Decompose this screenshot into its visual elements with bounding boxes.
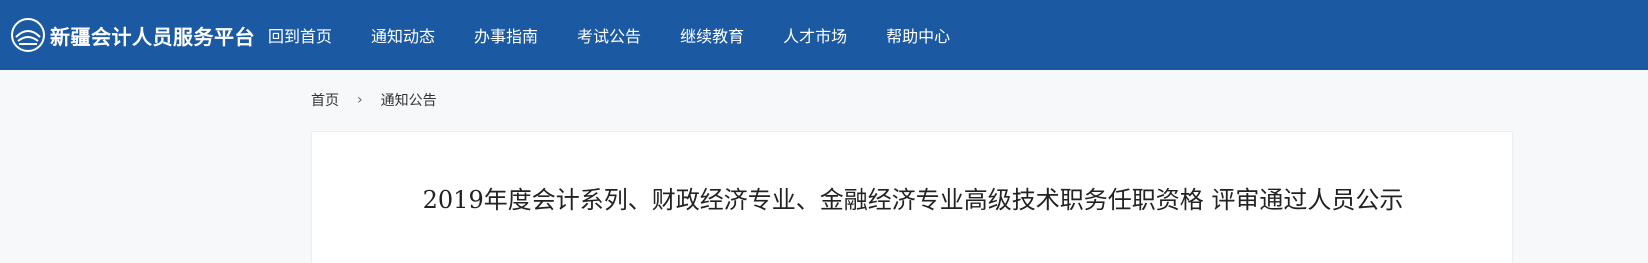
site-title: 新疆会计人员服务平台: [50, 24, 255, 49]
nav-item-continuing-education[interactable]: 继续教育: [680, 23, 744, 47]
chevron-right-icon: ›: [357, 92, 363, 108]
nav-item-home[interactable]: 回到首页: [268, 23, 332, 47]
top-navigation-bar: 新疆会计人员服务平台 回到首页 通知动态 办事指南 考试公告 继续教育 人才市场…: [0, 0, 1648, 70]
nav-item-guide[interactable]: 办事指南: [474, 23, 538, 47]
nav-item-help-center[interactable]: 帮助中心: [886, 23, 950, 47]
emblem-icon: [11, 18, 45, 52]
nav-item-exam-notice[interactable]: 考试公告: [577, 23, 641, 47]
nav-item-news[interactable]: 通知动态: [371, 23, 435, 47]
nav-item-talent-market[interactable]: 人才市场: [783, 23, 847, 47]
article-title: 2019年度会计系列、财政经济专业、金融经济专业高级技术职务任职资格 评审通过人…: [422, 186, 1404, 214]
site-brand[interactable]: 新疆会计人员服务平台: [10, 17, 255, 53]
main-nav: 回到首页 通知动态 办事指南 考试公告 继续教育 人才市场 帮助中心: [268, 0, 989, 70]
breadcrumb: 首页 › 通知公告: [311, 90, 437, 110]
article-card: 2019年度会计系列、财政经济专业、金融经济专业高级技术职务任职资格 评审通过人…: [311, 131, 1513, 263]
breadcrumb-current[interactable]: 通知公告: [381, 90, 437, 110]
breadcrumb-home[interactable]: 首页: [311, 90, 339, 110]
